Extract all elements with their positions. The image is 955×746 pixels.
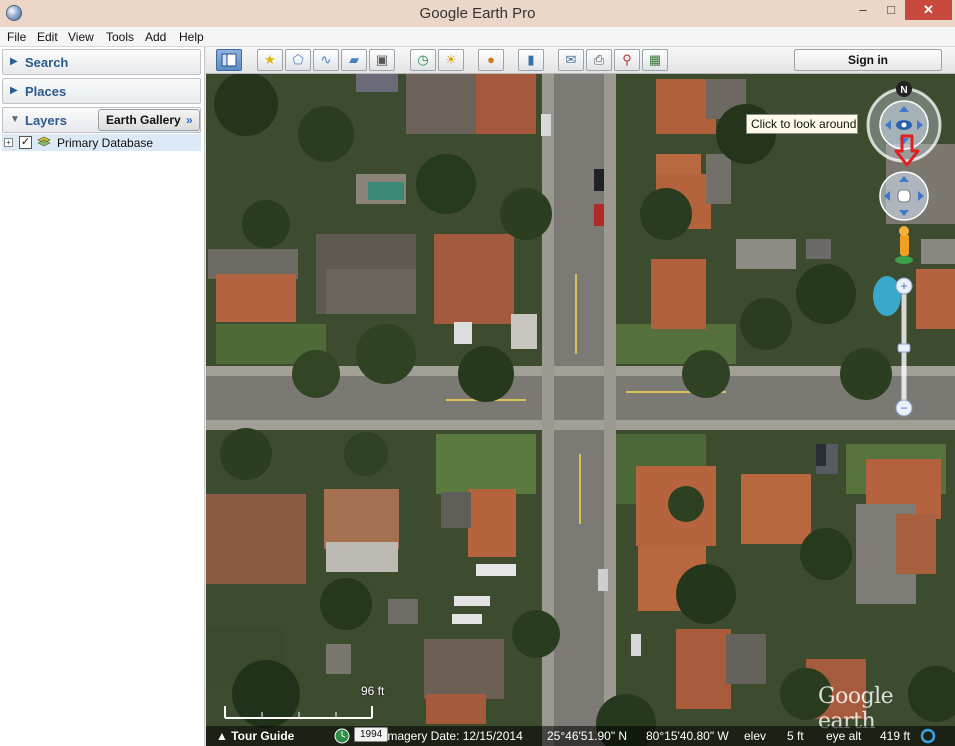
save-image-button[interactable]: ▦ (642, 49, 668, 71)
eye-alt-value: 419 ft (880, 729, 911, 743)
historical-imagery-button[interactable]: ◷ (410, 49, 436, 71)
primary-database-checkbox[interactable]: ✓ (19, 136, 32, 149)
historical-clock-icon[interactable] (334, 728, 350, 746)
planet-icon: ● (487, 52, 495, 67)
earth-gallery-button[interactable]: Earth Gallery » (98, 109, 200, 131)
menu-file[interactable]: File (7, 30, 26, 44)
hide-sidebar-button[interactable] (216, 49, 242, 71)
sidebar: ▶ Search ▶ Places ▼ Layers Earth Gallery… (0, 47, 205, 746)
minimize-button[interactable]: ‒ (848, 0, 878, 20)
tour-guide-label: Tour Guide (231, 729, 295, 743)
menu-view[interactable]: View (68, 30, 94, 44)
camera-icon: ▣ (375, 52, 389, 67)
menu-tools[interactable]: Tools (106, 30, 134, 44)
sun-icon: ☀ (445, 52, 457, 67)
close-button[interactable]: ✕ (905, 0, 952, 20)
primary-database-label: Primary Database (57, 136, 154, 150)
map-view[interactable]: N + − (206, 74, 955, 746)
sidebar-toggle-icon (221, 53, 237, 67)
red-down-arrow-icon (894, 134, 920, 167)
window-title: Google Earth Pro (419, 5, 536, 22)
layers-stack-icon (37, 136, 51, 147)
elevation-label: elev (744, 729, 767, 743)
email-button[interactable]: ✉ (558, 49, 584, 71)
add-path-button[interactable]: ∿ (313, 49, 339, 71)
scale-bar (224, 706, 373, 719)
navigation-controls[interactable]: N + − (862, 78, 954, 423)
svg-text:+: + (900, 279, 907, 293)
add-placemark-button[interactable]: ★ (257, 49, 283, 71)
ruler-button[interactable]: ▮ (518, 49, 544, 71)
picture-icon: ▦ (648, 52, 662, 67)
ruler-icon: ▮ (527, 52, 535, 67)
earth-gallery-label: Earth Gallery (106, 113, 181, 127)
primary-database-row[interactable]: + ✓ Primary Database (2, 134, 201, 151)
scale-label: 96 ft (361, 684, 385, 698)
add-polygon-button[interactable]: ⬠ (285, 49, 311, 71)
maximize-button[interactable]: □ (876, 0, 906, 20)
switch-planet-button[interactable]: ● (478, 49, 504, 71)
polygon-icon: ⬠ (292, 52, 304, 67)
menu-add[interactable]: Add (145, 30, 166, 44)
envelope-icon: ✉ (565, 52, 577, 67)
status-bar: ▲ Tour Guide 1994 Imagery Date: 12/15/20… (206, 726, 955, 746)
search-panel-header[interactable]: ▶ Search (2, 49, 201, 75)
menu-bar: File Edit View Tools Add Help (0, 27, 955, 47)
expand-arrow-icon: ▶ (10, 56, 18, 67)
layers-panel-label: Layers (25, 113, 67, 128)
search-panel-label: Search (25, 55, 69, 70)
look-around-tooltip: Click to look around (746, 114, 858, 134)
placemark-star-icon: ★ (264, 52, 276, 67)
double-chevron-icon: » (186, 113, 193, 127)
sunlight-button[interactable]: ☀ (438, 49, 464, 71)
expand-tree-icon[interactable]: + (4, 138, 13, 147)
latitude-readout: 25°46'51.90" N (547, 729, 628, 743)
collapse-arrow-icon: ▼ (10, 114, 20, 125)
sign-in-button[interactable]: Sign in (794, 49, 942, 71)
path-icon: ∿ (320, 52, 332, 67)
eye-alt-label: eye alt (826, 729, 862, 743)
add-image-overlay-button[interactable]: ▰ (341, 49, 367, 71)
longitude-readout: 80°15'40.80" W (646, 729, 729, 743)
svg-text:N: N (900, 85, 907, 96)
tour-guide-toggle[interactable]: ▲ Tour Guide (216, 729, 294, 743)
print-button[interactable]: ⎙ (586, 49, 612, 71)
elevation-value: 5 ft (787, 729, 804, 743)
menu-edit[interactable]: Edit (37, 30, 58, 44)
record-tour-button[interactable]: ▣ (369, 49, 395, 71)
printer-icon: ⎙ (593, 52, 605, 67)
title-bar: Google Earth Pro ‒ □ ✕ (0, 0, 955, 27)
menu-help[interactable]: Help (179, 30, 204, 44)
image-overlay-icon: ▰ (349, 52, 359, 67)
layers-panel-header[interactable]: ▼ Layers Earth Gallery » (2, 107, 201, 133)
toolbar: ★ ⬠ ∿ ▰ ▣ ◷ ☀ ● ▮ ✉ ⎙ ⚲ ▦ Sign in (206, 47, 955, 74)
streaming-progress-icon (920, 728, 936, 746)
satellite-imagery (206, 74, 955, 746)
caret-up-icon: ▲ (216, 729, 228, 743)
expand-arrow-icon: ▶ (10, 85, 18, 96)
places-panel-label: Places (25, 84, 67, 99)
map-pin-icon: ⚲ (622, 52, 632, 67)
imagery-date: Imagery Date: 12/15/2014 (384, 729, 523, 743)
places-panel-header[interactable]: ▶ Places (2, 78, 201, 104)
svg-text:−: − (900, 401, 907, 415)
view-in-google-maps-button[interactable]: ⚲ (614, 49, 640, 71)
clock-icon: ◷ (417, 52, 429, 67)
